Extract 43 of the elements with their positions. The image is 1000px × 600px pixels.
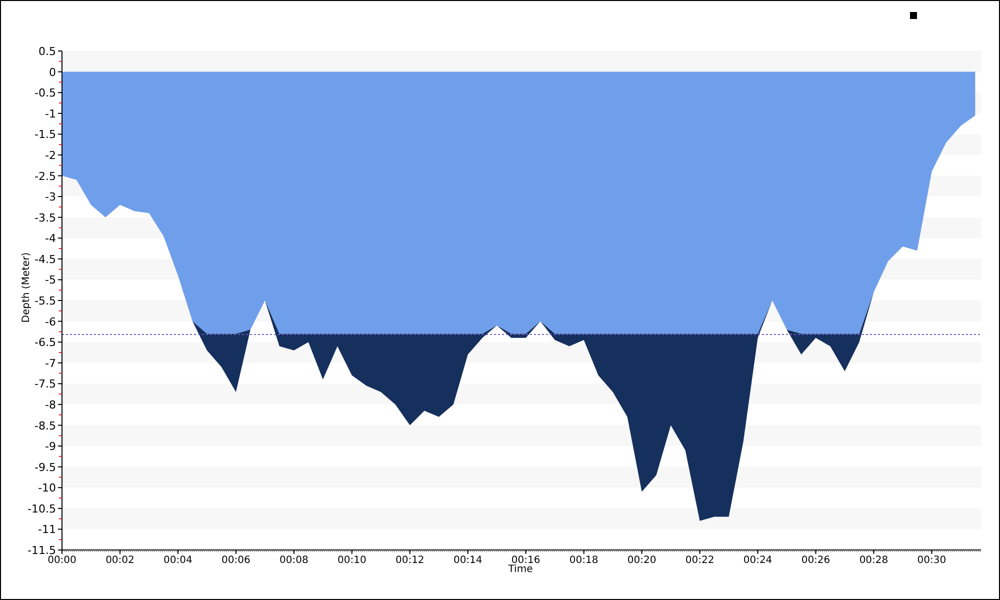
x-tick-label: 00:08 xyxy=(280,555,308,566)
y-tick-label: -1.5 xyxy=(34,128,56,142)
y-tick-label: -11.5 xyxy=(28,544,56,557)
x-tick-label: 00:00 xyxy=(48,555,76,566)
x-tick-label: 00:10 xyxy=(338,555,366,566)
y-tick-label: -4.5 xyxy=(34,252,56,266)
x-tick-label: 00:04 xyxy=(164,555,192,566)
x-tick-label: 00:18 xyxy=(569,555,598,566)
x-tick-label: 00:20 xyxy=(627,555,656,566)
y-tick-label: -7.5 xyxy=(34,378,56,391)
y-axis-title: Depth (Meter) xyxy=(21,252,32,323)
y-tick-label: -2 xyxy=(45,148,56,162)
y-tick-label: -3.5 xyxy=(34,211,56,224)
y-tick-label: -8 xyxy=(45,398,56,412)
y-tick-label: -2.5 xyxy=(34,170,56,183)
y-tick-label: 0.5 xyxy=(38,45,56,58)
x-tick-label: 00:06 xyxy=(222,555,250,566)
square-marker-icon xyxy=(910,12,917,19)
y-tick-label: -5 xyxy=(45,274,56,287)
x-tick-label: 00:28 xyxy=(859,555,888,566)
y-tick-label: -5.5 xyxy=(34,294,56,308)
y-tick-label: -10 xyxy=(38,482,56,495)
x-tick-label: 00:24 xyxy=(743,555,772,566)
y-tick-label: 0 xyxy=(49,66,56,79)
x-tick-label: 00:02 xyxy=(106,555,134,566)
y-tick-label: -7 xyxy=(45,356,56,370)
x-tick-label: 00:22 xyxy=(685,555,714,566)
x-tick-label: 00:12 xyxy=(395,555,424,566)
x-tick-label: 00:30 xyxy=(917,555,946,566)
y-tick-label: -1 xyxy=(45,107,56,120)
y-tick-label: -3 xyxy=(45,190,56,204)
y-tick-label: -11 xyxy=(38,523,56,536)
y-tick-label: -9.5 xyxy=(34,460,56,474)
y-tick-label: -9 xyxy=(45,440,56,454)
y-tick-label: -6 xyxy=(45,315,56,328)
y-tick-label: -0.5 xyxy=(34,86,56,100)
x-axis-title: Time xyxy=(508,564,533,575)
y-tick-label: -8.5 xyxy=(34,419,56,432)
y-tick-label: -10.5 xyxy=(28,502,56,516)
y-tick-label: -4 xyxy=(45,232,56,246)
y-tick-label: -6.5 xyxy=(34,336,56,350)
x-tick-label: 00:14 xyxy=(453,555,482,566)
x-tick-label: 00:26 xyxy=(801,555,830,566)
